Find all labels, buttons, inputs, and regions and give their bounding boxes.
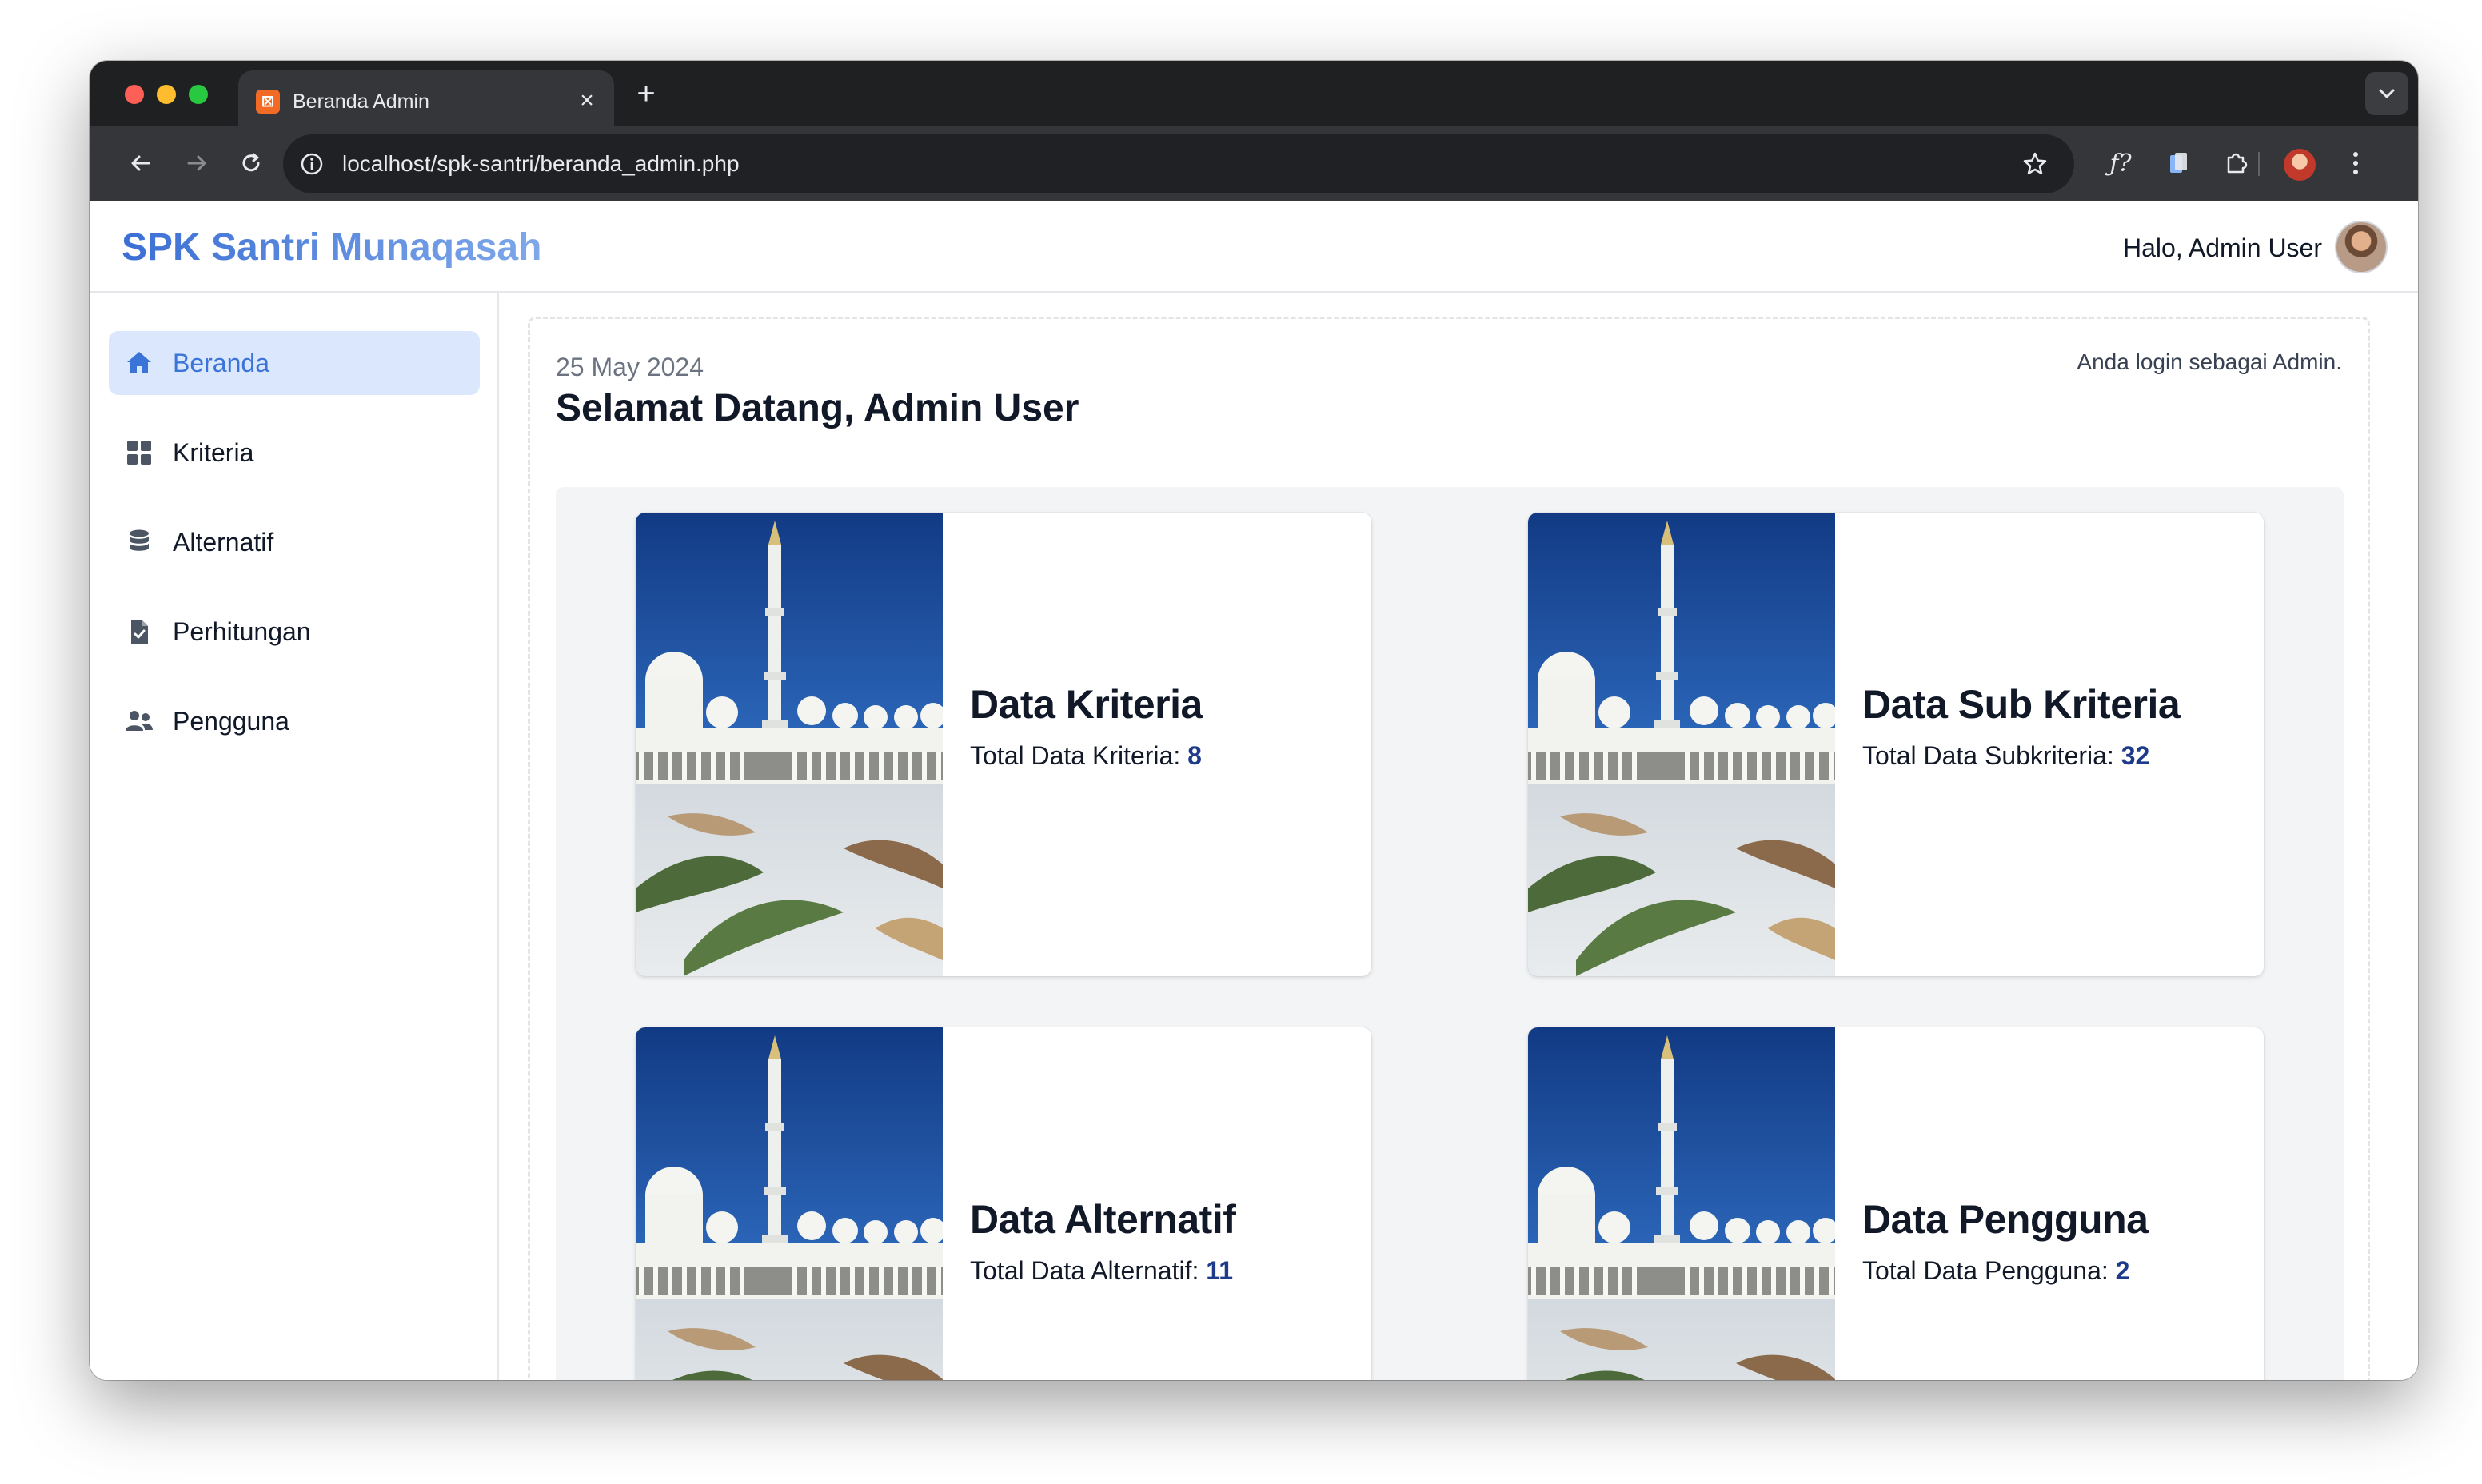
arrow-right-icon bbox=[187, 155, 206, 171]
new-tab-icon[interactable]: + bbox=[630, 78, 662, 110]
user-avatar[interactable] bbox=[2335, 221, 2388, 273]
card-stat: Total Data Kriteria: 8 bbox=[970, 740, 1354, 772]
sidebar-item-label: Beranda bbox=[173, 349, 269, 377]
forward-button[interactable] bbox=[178, 144, 216, 182]
mosque-image bbox=[636, 1027, 943, 1380]
browser-window: ⊠ Beranda Admin × + localhost/spk-santri… bbox=[90, 61, 2418, 1380]
sidebar-item-beranda[interactable]: Beranda bbox=[109, 331, 480, 395]
card-data-kriteria[interactable]: Data Kriteria Total Data Kriteria: 8 bbox=[636, 513, 1371, 976]
card-body: Data Pengguna Total Data Pengguna: 2 bbox=[1862, 1195, 2246, 1287]
url-text[interactable]: localhost/spk-santri/beranda_admin.php bbox=[342, 150, 740, 178]
card-stat-value: 32 bbox=[2121, 741, 2150, 770]
card-stat-value: 2 bbox=[2115, 1256, 2130, 1285]
document-extension-icon[interactable] bbox=[2159, 144, 2197, 182]
browser-tab-active[interactable]: ⊠ Beranda Admin × bbox=[238, 70, 614, 126]
card-data-pengguna[interactable]: Data Pengguna Total Data Pengguna: 2 bbox=[1528, 1027, 2264, 1380]
mosque-image bbox=[1528, 1027, 1835, 1380]
sidebar: Beranda Kriteria Alternatif Perhitungan … bbox=[90, 293, 499, 1380]
card-stat-label: Total Data Kriteria: bbox=[970, 741, 1181, 770]
minimize-window-button[interactable] bbox=[157, 85, 176, 104]
site-info-icon[interactable] bbox=[297, 150, 326, 178]
bookmark-star-icon[interactable] bbox=[2018, 147, 2052, 181]
sidebar-item-alternatif[interactable]: Alternatif bbox=[109, 510, 480, 574]
card-stat-value: 11 bbox=[1206, 1256, 1234, 1285]
card-stat: Total Data Subkriteria: 32 bbox=[1862, 740, 2246, 772]
card-data-sub-kriteria[interactable]: Data Sub Kriteria Total Data Subkriteria… bbox=[1528, 513, 2264, 976]
toolbar-divider bbox=[2258, 152, 2260, 176]
home-icon bbox=[122, 345, 157, 381]
app-header: SPK Santri Munaqasah Halo, Admin User bbox=[90, 201, 2418, 293]
sidebar-item-kriteria[interactable]: Kriteria bbox=[109, 421, 480, 485]
tab-close-icon[interactable]: × bbox=[574, 88, 600, 114]
users-icon bbox=[122, 704, 157, 739]
browser-toolbar: localhost/spk-santri/beranda_admin.php ƒ… bbox=[90, 126, 2418, 201]
function-extension-icon[interactable]: ƒ? bbox=[2101, 144, 2140, 182]
current-date: 25 May 2024 bbox=[556, 353, 704, 381]
sidebar-item-label: Kriteria bbox=[173, 438, 254, 467]
tab-title: Beranda Admin bbox=[293, 90, 429, 113]
card-title: Data Pengguna bbox=[1862, 1197, 2149, 1242]
sidebar-item-label: Pengguna bbox=[173, 707, 289, 736]
card-stat: Total Data Alternatif: 11 bbox=[970, 1255, 1354, 1287]
page: SPK Santri Munaqasah Halo, Admin User Be… bbox=[90, 201, 2418, 1380]
card-stat: Total Data Pengguna: 2 bbox=[1862, 1255, 2246, 1287]
mosque-image bbox=[636, 513, 943, 976]
card-stat-label: Total Data Subkriteria: bbox=[1862, 741, 2114, 770]
sidebar-menu: Beranda Kriteria Alternatif Perhitungan … bbox=[109, 331, 480, 779]
xampp-favicon-icon: ⊠ bbox=[256, 90, 280, 114]
extensions-puzzle-icon[interactable] bbox=[2217, 144, 2255, 182]
card-stat-value: 8 bbox=[1187, 741, 1202, 770]
page-title: Selamat Datang, Admin User bbox=[556, 387, 1079, 429]
sidebar-item-label: Perhitungan bbox=[173, 617, 311, 646]
address-bar[interactable]: localhost/spk-santri/beranda_admin.php bbox=[283, 134, 2074, 193]
card-title: Data Sub Kriteria bbox=[1862, 682, 2181, 727]
card-stat-label: Total Data Pengguna: bbox=[1862, 1256, 2109, 1285]
card-body: Data Alternatif Total Data Alternatif: 1… bbox=[970, 1195, 1354, 1287]
sidebar-item-perhitungan[interactable]: Perhitungan bbox=[109, 600, 480, 664]
sidebar-item-label: Alternatif bbox=[173, 528, 274, 556]
card-data-alternatif[interactable]: Data Alternatif Total Data Alternatif: 1… bbox=[636, 1027, 1371, 1380]
grid-icon bbox=[122, 435, 157, 470]
card-body: Data Sub Kriteria Total Data Subkriteria… bbox=[1862, 680, 2246, 772]
reload-button[interactable] bbox=[232, 144, 270, 182]
more-menu-icon[interactable] bbox=[2336, 144, 2375, 182]
tab-strip: ⊠ Beranda Admin × + bbox=[90, 61, 2418, 126]
card-stat-label: Total Data Alternatif: bbox=[970, 1256, 1199, 1285]
mosque-image bbox=[1528, 513, 1835, 976]
sidebar-item-pengguna[interactable]: Pengguna bbox=[109, 689, 480, 753]
close-window-button[interactable] bbox=[125, 85, 144, 104]
card-title: Data Alternatif bbox=[970, 1197, 1236, 1242]
arrow-left-icon bbox=[131, 155, 150, 171]
login-role-note: Anda login sebagai Admin. bbox=[2077, 349, 2342, 374]
card-body: Data Kriteria Total Data Kriteria: 8 bbox=[970, 680, 1354, 772]
chevron-down-icon bbox=[2379, 89, 2395, 98]
file-check-icon bbox=[122, 614, 157, 649]
main-content: 25 May 2024 Selamat Datang, Admin User A… bbox=[528, 317, 2370, 1380]
maximize-window-button[interactable] bbox=[189, 85, 208, 104]
reload-icon bbox=[242, 153, 260, 172]
profile-avatar[interactable] bbox=[2284, 149, 2316, 181]
back-button[interactable] bbox=[122, 144, 160, 182]
stats-grid: Data Kriteria Total Data Kriteria: 8 Dat… bbox=[556, 487, 2344, 1380]
card-title: Data Kriteria bbox=[970, 682, 1203, 727]
database-icon bbox=[122, 525, 157, 560]
user-greeting: Halo, Admin User bbox=[2123, 233, 2322, 262]
brand-title[interactable]: SPK Santri Munaqasah bbox=[122, 225, 541, 270]
tab-search-button[interactable] bbox=[2365, 72, 2408, 115]
